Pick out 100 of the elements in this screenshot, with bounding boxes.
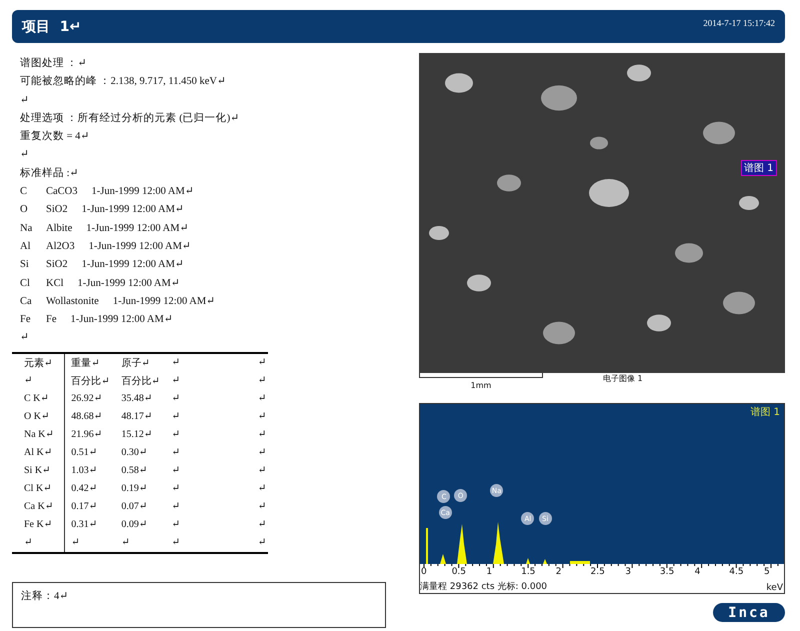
table-cell: 0.51↵ bbox=[64, 444, 116, 462]
logo: Inca bbox=[713, 603, 785, 622]
table-cell: C K↵ bbox=[12, 390, 65, 408]
element-symbol: C bbox=[20, 185, 28, 200]
table-cell-text: ↵ bbox=[256, 446, 268, 460]
table-cell: Al K↵ bbox=[12, 444, 65, 462]
table-cell: 0.17↵ bbox=[64, 498, 116, 516]
table-cell: 重量↵ bbox=[64, 352, 116, 372]
axis-tick-label: 4 bbox=[694, 567, 700, 577]
info-line: 标准样品 :↵ bbox=[19, 166, 80, 181]
axis-tick-label: 3.5 bbox=[660, 567, 674, 577]
standard-name: Al2O3 bbox=[46, 240, 75, 254]
table-cell-text: 百分比↵ bbox=[120, 374, 161, 389]
table-cell-text: 0.07↵ bbox=[120, 500, 148, 514]
table-cell-text: ↵ bbox=[170, 518, 181, 532]
table-cell-text: 0.58↵ bbox=[120, 464, 148, 478]
standard-name: CaCO3 bbox=[46, 185, 78, 200]
table-cell-text: ↵ bbox=[170, 428, 181, 442]
standard-date: 1-Jun-1999 12:00 AM↵ bbox=[78, 276, 180, 291]
element-symbol: Si bbox=[20, 258, 30, 272]
axis-tick-label: 1 bbox=[486, 567, 492, 577]
axis-tick-label: 5 bbox=[764, 567, 770, 577]
table-cell: Na K↵ bbox=[12, 426, 65, 444]
standard-name: Albite bbox=[46, 222, 72, 236]
table-cell-text: 48.17↵ bbox=[120, 410, 154, 424]
standard-date: 1-Jun-1999 12:00 AM↵ bbox=[82, 203, 184, 218]
table-cell-text: ↵ bbox=[170, 392, 181, 406]
standard-date: 1-Jun-1999 12:00 AM↵ bbox=[82, 258, 184, 272]
element-symbol: Cl bbox=[20, 276, 31, 291]
info-line: ↵ bbox=[19, 148, 30, 162]
table-cell-text: ↵ bbox=[256, 428, 268, 442]
info-line: 重复次数 = 4↵ bbox=[19, 129, 90, 144]
table-cell: O K↵ bbox=[12, 408, 65, 426]
table-cell: ↵ bbox=[12, 372, 65, 390]
table-cell-text: ↵ bbox=[256, 500, 268, 514]
table-cell-text: 15.12↵ bbox=[120, 428, 154, 442]
table-cell-text: ↵ bbox=[256, 392, 268, 406]
spectrum-title: 谱图 1 bbox=[750, 406, 780, 419]
standard-name: Wollastonite bbox=[46, 294, 99, 309]
table-cell: ↵ bbox=[64, 534, 116, 553]
axis-tick-label: 0.5 bbox=[452, 567, 466, 577]
table-cell-text: 0.19↵ bbox=[120, 482, 148, 496]
table-cell-text: 0.30↵ bbox=[120, 446, 148, 460]
element-symbol: Fe bbox=[20, 313, 32, 328]
element-symbol: Ca bbox=[20, 294, 33, 309]
standard-name: Fe bbox=[46, 313, 56, 328]
table-cell-text: ↵ bbox=[170, 446, 181, 460]
table-cell: 26.92↵ bbox=[64, 390, 116, 408]
table-cell: 0.42↵ bbox=[64, 480, 116, 498]
table-cell: ↵ bbox=[166, 534, 252, 553]
axis-tick-label: 4.5 bbox=[729, 567, 744, 577]
table-cell: 21.96↵ bbox=[64, 426, 116, 444]
table-cell-text: ↵ bbox=[170, 464, 181, 478]
element-symbol: O bbox=[20, 203, 29, 218]
table-cell: 元素↵ bbox=[12, 352, 65, 372]
info-line: ↵ bbox=[19, 94, 30, 108]
axis-unit: keV bbox=[766, 583, 783, 593]
standard-date: 1-Jun-1999 12:00 AM↵ bbox=[92, 185, 194, 200]
info-line: 谱图处理 ：↵ bbox=[19, 56, 88, 71]
table-cell: Ca K↵ bbox=[12, 498, 65, 516]
table-cell: ↵ bbox=[252, 352, 268, 372]
table-cell-text: ↵ bbox=[170, 500, 181, 514]
timestamp: 2014-7-17 15:17:42 bbox=[703, 18, 775, 28]
standard-date: 1-Jun-1999 12:00 AM↵ bbox=[86, 222, 188, 236]
table-cell-text: ↵ bbox=[256, 518, 268, 532]
info-line: 可能被忽略的峰 ：2.138, 9.717, 11.450 keV↵ bbox=[19, 74, 227, 90]
element-symbol: Na bbox=[20, 222, 34, 236]
image-caption: 电子图像 1 bbox=[603, 373, 643, 384]
standard-name: SiO2 bbox=[46, 203, 68, 218]
table-cell-text: 0.09↵ bbox=[120, 518, 148, 532]
scale-label: 1mm bbox=[470, 381, 492, 390]
standard-name: SiO2 bbox=[46, 258, 68, 272]
table-cell-text: 35.48↵ bbox=[120, 392, 154, 406]
axis-tick-label: 0 bbox=[421, 567, 427, 577]
table-cell: ↵ bbox=[252, 534, 268, 553]
table-cell: 1.03↵ bbox=[64, 462, 116, 480]
report-title: 项目 1↵ bbox=[22, 18, 82, 36]
table-cell: Cl K↵ bbox=[12, 480, 65, 498]
axis-tick-label: 3 bbox=[625, 567, 631, 577]
table-cell-text: ↵ bbox=[256, 374, 268, 388]
table-cell: ↵ bbox=[12, 534, 65, 553]
info-line: 处理选项 ：所有经过分析的元素 (已归一化)↵ bbox=[19, 111, 240, 126]
spectrum-footer: 满量程 29362 cts 光标: 0.000 bbox=[420, 580, 548, 593]
note-box: 注释：4↵ bbox=[12, 582, 386, 628]
standard-date: 1-Jun-1999 12:00 AM↵ bbox=[112, 294, 215, 309]
table-cell: 0.31↵ bbox=[64, 516, 116, 534]
table-cell-text: ↵ bbox=[256, 410, 268, 424]
table-cell-text: ↵ bbox=[170, 374, 181, 388]
standard-date: 1-Jun-1999 12:00 AM↵ bbox=[70, 313, 173, 328]
info-line: ↵ bbox=[19, 331, 30, 346]
standard-date: 1-Jun-1999 12:00 AM↵ bbox=[88, 240, 191, 254]
axis-tick-label: 2 bbox=[556, 567, 562, 577]
table-cell: ↵ bbox=[115, 534, 166, 553]
table-cell: 48.68↵ bbox=[64, 408, 116, 426]
table-cell-text: ↵ bbox=[170, 410, 181, 424]
standard-name: KCl bbox=[46, 276, 64, 291]
table-cell: Si K↵ bbox=[12, 462, 65, 480]
table-cell-text: ↵ bbox=[170, 482, 181, 496]
table-cell-text: ↵ bbox=[256, 464, 268, 478]
element-symbol: Al bbox=[20, 240, 32, 254]
